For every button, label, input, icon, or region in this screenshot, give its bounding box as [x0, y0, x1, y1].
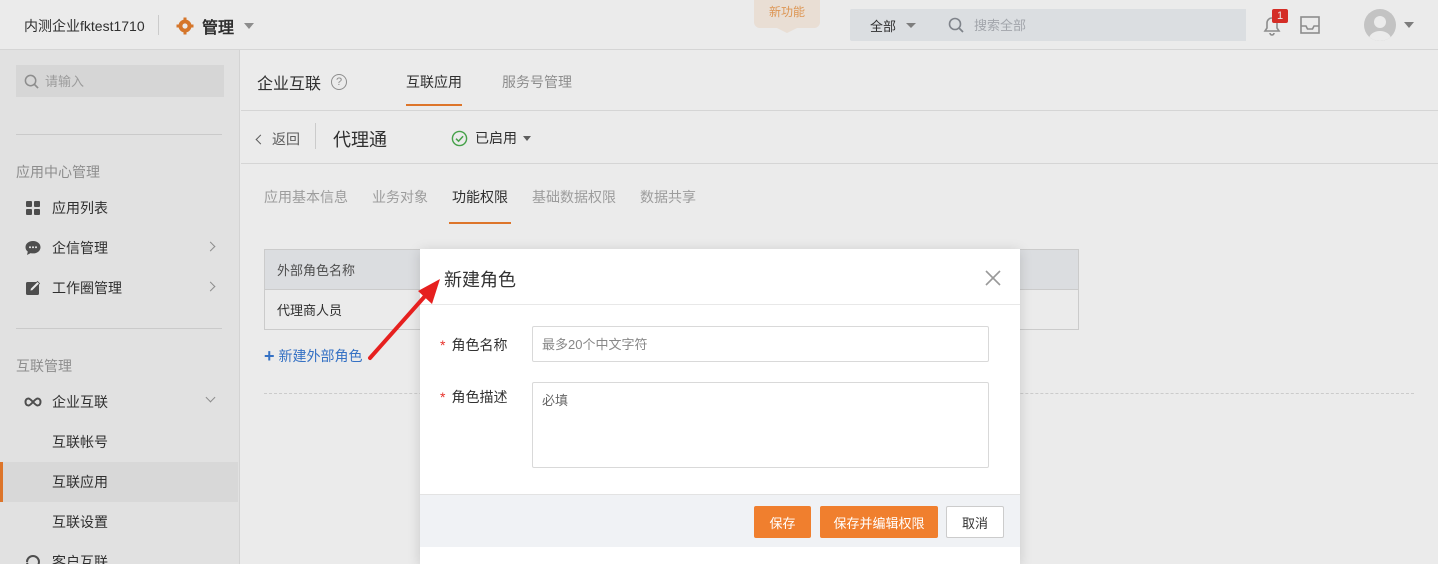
role-name-label-text: 角色名称 — [451, 337, 508, 353]
role-name-label: * 角色名称 — [440, 335, 507, 355]
save-button[interactable]: 保存 — [754, 506, 811, 538]
role-name-input[interactable] — [532, 326, 989, 362]
dialog-footer: 保存 保存并编辑权限 取消 — [420, 494, 1020, 547]
role-desc-label-text: 角色描述 — [451, 389, 508, 405]
new-role-dialog: 新建角色 *角色名称 * 角色描述 保存 保存并编辑权限 取消 — [420, 249, 1020, 564]
dialog-title: 新建角色 — [444, 270, 516, 290]
role-desc-label: * 角色描述 — [440, 387, 507, 407]
role-description-textarea[interactable] — [532, 382, 989, 468]
save-and-edit-permissions-button[interactable]: 保存并编辑权限 — [820, 506, 938, 538]
cancel-button[interactable]: 取消 — [946, 506, 1004, 538]
close-icon[interactable] — [984, 269, 1002, 287]
annotation-arrow-icon — [368, 279, 440, 360]
dialog-header: 新建角色 — [420, 249, 1020, 305]
required-mark: * — [440, 389, 446, 405]
